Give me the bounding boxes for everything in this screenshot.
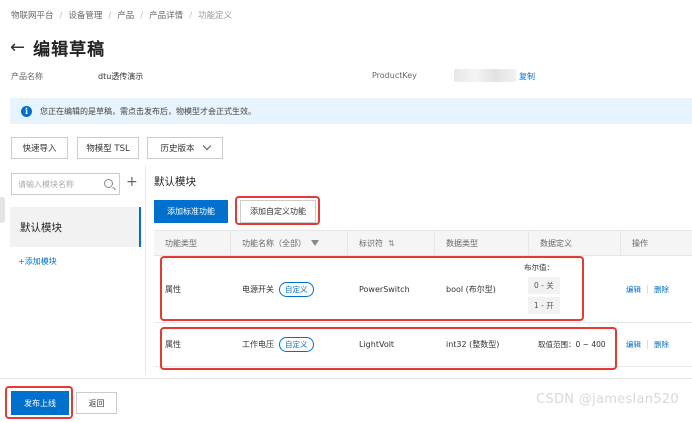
bool-value-chip: 1 - 开	[528, 296, 560, 314]
header-identifier: 标识符 ⇅	[348, 231, 435, 255]
quick-import-button[interactable]: 快速导入	[11, 137, 68, 159]
add-module-link[interactable]: +添加模块	[18, 256, 57, 267]
cell-type: 属性	[165, 340, 181, 349]
breadcrumb: 物联网平台 / 设备管理 / 产品 / 产品详情 / 功能定义	[11, 9, 232, 21]
info-icon: i	[21, 105, 32, 117]
product-name-value: dtu透传演示	[98, 72, 144, 81]
cell-type: 属性	[165, 284, 181, 294]
table-row: 属性 工作电压 自定义 LightVolt int32 (整数型) 取值范围：0 …	[154, 323, 692, 367]
back-button[interactable]: 返回	[76, 392, 117, 414]
sidebar-item-default-module[interactable]: 默认模块	[10, 207, 141, 247]
range-text: 取值范围：0 ~ 400	[538, 339, 606, 349]
page-header: ← 编辑草稿	[10, 35, 105, 60]
footer-divider	[0, 378, 692, 379]
filter-icon[interactable]	[311, 240, 319, 246]
publish-button[interactable]: 发布上线	[11, 391, 69, 415]
watermark: CSDN @jameslan520	[536, 392, 679, 407]
add-module-plus-icon[interactable]: +	[126, 174, 138, 190]
sidebar-collapse-handle[interactable]	[0, 197, 5, 223]
module-search-input[interactable]	[18, 179, 98, 189]
edit-link[interactable]: 编辑	[626, 339, 641, 350]
divider	[145, 165, 146, 375]
header-operations: 操作	[621, 231, 692, 255]
header-label: 功能名称（全部）	[242, 238, 306, 248]
cell-operations: 编辑 删除	[621, 323, 692, 366]
edit-link[interactable]: 编辑	[626, 284, 641, 295]
chevron-down-icon	[202, 141, 211, 151]
header-label: 标识符	[359, 238, 383, 248]
divider	[647, 284, 648, 294]
breadcrumb-item-iot[interactable]: 物联网平台	[11, 9, 54, 21]
header-data-type: 数据类型	[435, 231, 529, 255]
header-label: 功能类型	[165, 238, 197, 248]
delete-link[interactable]: 删除	[654, 284, 669, 295]
header-function-type: 功能类型	[154, 231, 231, 255]
draft-notice: i 您正在编辑的是草稿，需点击发布后，物模型才会正式生效。	[10, 98, 692, 124]
custom-tag: 自定义	[279, 281, 314, 297]
section-title: 默认模块	[154, 176, 196, 188]
header-function-name: 功能名称（全部）	[231, 231, 348, 255]
history-version-dropdown[interactable]: 历史版本	[147, 137, 223, 159]
bool-value-chip: 0 - 关	[528, 276, 560, 294]
header-label: 操作	[632, 238, 648, 248]
cell-identifier: LightVolt	[359, 340, 395, 349]
cell-data-type: bool (布尔型)	[446, 284, 496, 294]
cell-data-definition: 取值范围：0 ~ 400	[529, 323, 621, 366]
breadcrumb-separator: /	[108, 11, 112, 21]
page-title: 编辑草稿	[33, 40, 106, 60]
table-row: 属性 电源开关 自定义 PowerSwitch bool (布尔型) 布尔值： 0…	[154, 256, 692, 323]
breadcrumb-item-function-def: 功能定义	[198, 11, 233, 21]
delete-link[interactable]: 删除	[654, 339, 669, 350]
cell-identifier: PowerSwitch	[359, 284, 410, 294]
product-key-masked-value	[454, 69, 516, 82]
header-label: 数据定义	[540, 238, 572, 248]
table-header: 功能类型 功能名称（全部） 标识符 ⇅ 数据类型 数据定义 操作	[154, 231, 692, 256]
product-key-label: ProductKey	[372, 71, 417, 80]
breadcrumb-item-product-detail[interactable]: 产品详情	[149, 9, 183, 21]
custom-tag: 自定义	[279, 337, 314, 352]
add-custom-function-button[interactable]: 添加自定义功能	[240, 200, 316, 223]
cell-name: 工作电压 自定义	[231, 323, 348, 366]
function-table: 功能类型 功能名称（全部） 标识符 ⇅ 数据类型 数据定义 操作 属性 电源开关自…	[154, 230, 692, 367]
add-standard-function-button[interactable]: 添加标准功能	[154, 200, 228, 223]
function-name: 工作电压	[242, 340, 274, 349]
breadcrumb-separator: /	[189, 11, 193, 21]
product-name-label: 产品名称	[11, 72, 43, 81]
function-name: 电源开关	[242, 284, 274, 294]
divider	[647, 340, 648, 349]
tsl-button[interactable]: 物模型 TSL	[77, 137, 139, 159]
module-search	[11, 173, 120, 195]
cell-data-definition: 布尔值： 0 - 关 1 - 开	[524, 256, 621, 322]
breadcrumb-item-device-mgmt[interactable]: 设备管理	[68, 9, 102, 21]
sort-icon[interactable]: ⇅	[388, 239, 395, 248]
history-version-label: 历史版本	[160, 144, 195, 154]
cell-data-type: int32 (整数型)	[446, 340, 500, 349]
breadcrumb-separator: /	[59, 11, 63, 21]
notice-text: 您正在编辑的是草稿，需点击发布后，物模型才会正式生效。	[40, 106, 256, 116]
cell-name: 电源开关 自定义	[231, 256, 348, 322]
copy-link[interactable]: 复制	[519, 71, 535, 82]
header-data-definition: 数据定义	[529, 231, 621, 255]
breadcrumb-item-product[interactable]: 产品	[117, 9, 134, 21]
header-label: 数据类型	[446, 238, 478, 248]
back-arrow-icon[interactable]: ←	[10, 38, 25, 57]
cell-operations: 编辑 删除	[621, 256, 692, 322]
search-icon[interactable]	[104, 179, 113, 188]
breadcrumb-separator: /	[140, 11, 144, 21]
bool-label: 布尔值：	[524, 262, 554, 272]
